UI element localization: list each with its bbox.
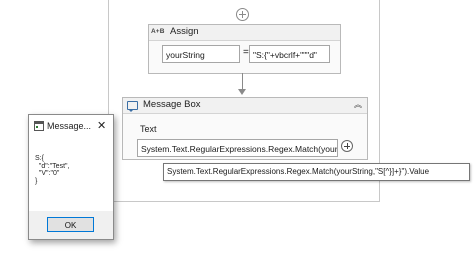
double-chevron-up-icon[interactable]: ︽ [353,100,363,110]
text-property-label: Text [140,124,157,134]
assign-to-input[interactable]: yourString [162,45,240,63]
expression-tooltip: System.Text.RegularExpressions.Regex.Mat… [163,163,470,181]
window-app-icon [34,121,44,131]
ok-button[interactable]: OK [47,217,94,232]
assign-operator: = [243,47,249,58]
message-box-title: Message Box [143,99,201,110]
dialog-title: Message... [47,121,92,131]
close-icon[interactable]: ✕ [97,119,106,132]
plus-circle-icon[interactable] [341,140,353,152]
flow-connector-line [242,73,243,90]
message-box-activity[interactable]: Message Box ︽ Text System.Text.RegularEx… [122,97,368,160]
assign-activity[interactable]: A+B Assign yourString = "S:{"+vbcrlf+"""… [148,24,341,74]
assign-title: Assign [170,26,199,37]
assign-header: A+B Assign [149,25,340,41]
assign-icon: A+B [151,28,165,35]
flow-arrow-icon [238,89,246,95]
message-dialog: Message... ✕ S:{ "d":"Test", "V":"0" } O… [28,114,114,240]
add-activity-icon[interactable] [236,8,249,21]
dialog-titlebar[interactable]: Message... ✕ [29,115,113,139]
message-box-icon [127,101,138,112]
dialog-footer: OK [29,211,113,239]
assign-value-input[interactable]: "S:{"+vbcrlf+"""d" [249,45,330,63]
text-property-input[interactable]: System.Text.RegularExpressions.Regex.Mat… [137,139,338,157]
dialog-message-text: S:{ "d":"Test", "V":"0" } [35,155,70,185]
message-box-header: Message Box ︽ [123,98,367,114]
